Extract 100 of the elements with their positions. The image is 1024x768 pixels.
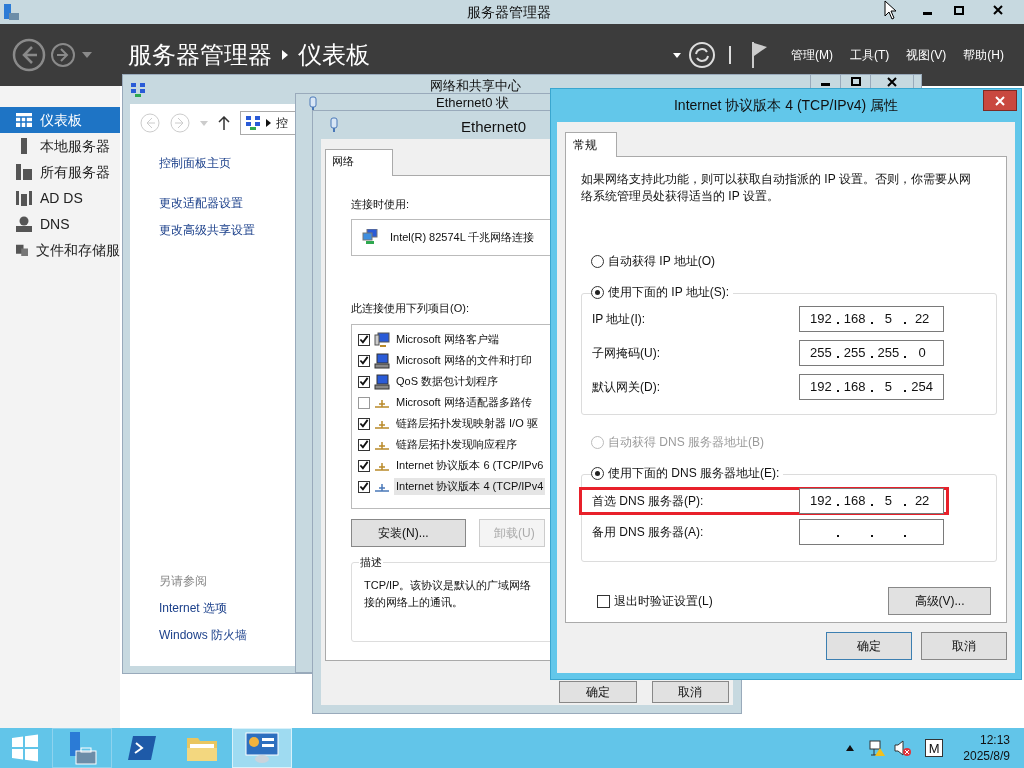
checkbox[interactable]	[597, 594, 610, 608]
network-icon	[245, 115, 261, 131]
nav-link[interactable]: Windows 防火墙	[159, 626, 247, 644]
sidebar-item[interactable]: 仪表板	[0, 107, 120, 133]
list-item[interactable]: QoS 数据包计划程序	[394, 373, 501, 390]
field-label: 此连接使用下列项目(O):	[351, 300, 469, 316]
dialog-button[interactable]: 确定	[826, 632, 912, 660]
menu-item[interactable]: 视图(V)	[906, 46, 947, 64]
breadcrumb-item[interactable]: 服务器管理器	[128, 37, 272, 73]
windows-start-icon[interactable]	[11, 734, 39, 762]
checkbox-label: 退出时验证设置(L)	[614, 593, 713, 610]
list-item[interactable]: Internet 协议版本 4 (TCP/IPv4	[394, 478, 546, 495]
dialog-title: Internet 协议版本 4 (TCP/IPv4) 属性	[673, 96, 899, 115]
window-title: Ethernet0 状	[436, 96, 509, 109]
ip-address-field[interactable]: 255 255 255 0	[799, 340, 944, 366]
clock-date[interactable]: 2025/8/9	[963, 748, 1010, 764]
list-item[interactable]: Microsoft 网络客户端	[394, 331, 501, 348]
taskbar-button[interactable]	[52, 728, 112, 768]
ip-address-field[interactable]: 192 168 5 254	[799, 374, 944, 400]
dropdown-caret-icon[interactable]	[673, 52, 681, 58]
sidebar-item[interactable]: 文件和存储服	[0, 237, 120, 263]
ip-address-field[interactable]	[799, 519, 944, 545]
list-item[interactable]: Microsoft 网络的文件和打印	[394, 352, 534, 369]
up-arrow-icon[interactable]	[218, 116, 230, 130]
show-hidden-icons-icon[interactable]	[846, 745, 855, 751]
input-method-indicator[interactable]: M	[925, 739, 944, 757]
control-panel-icon	[245, 732, 279, 764]
servers-icon	[16, 164, 32, 180]
mouse-pointer-icon	[884, 0, 898, 20]
checkbox[interactable]	[358, 354, 370, 367]
checkbox[interactable]	[358, 375, 370, 388]
tab[interactable]: 网络	[325, 149, 393, 176]
network-warning-icon[interactable]	[868, 739, 887, 757]
protocol-icon	[374, 439, 390, 450]
list-item[interactable]: 链路层拓扑发现映射器 I/O 驱	[394, 415, 540, 432]
description-text: 接的网络上的通讯。	[364, 595, 463, 610]
menu-item[interactable]: 帮助(H)	[963, 46, 1004, 64]
field-label: 连接时使用:	[351, 197, 410, 212]
file-storage-icon	[16, 242, 28, 258]
sidebar-item[interactable]: 本地服务器	[0, 133, 120, 159]
dialog-button[interactable]: 取消	[651, 681, 729, 703]
sidebar-item[interactable]: DNS	[0, 211, 120, 237]
nav-link[interactable]: 更改适配器设置	[159, 194, 243, 212]
computer-icon	[374, 373, 390, 390]
volume-muted-icon[interactable]	[894, 739, 913, 757]
nav-link[interactable]: Internet 选项	[159, 599, 228, 617]
sidebar-item[interactable]: 所有服务器	[0, 159, 120, 185]
checkbox[interactable]	[358, 417, 370, 430]
dialog-button[interactable]: 确定	[559, 681, 637, 703]
checkbox[interactable]	[358, 480, 370, 493]
radio-button[interactable]	[591, 285, 604, 299]
checkbox[interactable]	[358, 438, 370, 451]
radio-label: 自动获得 IP 地址(O)	[608, 253, 716, 270]
checkbox[interactable]	[358, 459, 370, 472]
checkbox[interactable]	[358, 396, 370, 409]
breadcrumb-item[interactable]: 仪表板	[298, 37, 370, 73]
radio-button[interactable]	[591, 466, 604, 480]
window-title: Ethernet0	[461, 117, 527, 137]
field-label: IP 地址(I):	[592, 311, 646, 328]
field-label: 备用 DNS 服务器(A):	[592, 524, 704, 541]
sidebar-item[interactable]: AD DS	[0, 185, 120, 211]
nav-link[interactable]: 更改高级共享设置	[159, 221, 255, 239]
menu-item[interactable]: 工具(T)	[850, 46, 890, 64]
window-title: 网络和共享中心	[430, 79, 521, 92]
list-item[interactable]: Internet 协议版本 6 (TCP/IPv6	[394, 457, 546, 474]
address-bar[interactable]: 控	[240, 111, 296, 135]
grid-icon	[16, 113, 32, 127]
plug-icon	[329, 117, 339, 133]
nav-link[interactable]: 控制面板主页	[159, 154, 231, 172]
intro-text: 如果网络支持此功能，则可以获取自动指派的 IP 设置。否则，你需要从网络系统管理员处获得适当的 IP 设置。	[581, 171, 972, 205]
breadcrumb-separator-icon	[282, 50, 288, 60]
checkbox[interactable]	[358, 333, 370, 346]
close-icon	[887, 76, 897, 87]
refresh-icon[interactable]	[689, 42, 715, 68]
dialog-button[interactable]: 取消	[921, 632, 1007, 660]
clock-time[interactable]: 12:13	[979, 732, 1010, 748]
radio-button[interactable]	[591, 254, 604, 268]
radio-label: 使用下面的 DNS 服务器地址(E):	[608, 465, 780, 482]
field-label: 子网掩码(U):	[592, 345, 660, 362]
list-item[interactable]: 链路层拓扑发现响应程序	[394, 436, 519, 453]
chevron-icon	[266, 119, 271, 127]
menu-item[interactable]: 管理(M)	[791, 46, 833, 64]
action-button[interactable]: 安装(N)...	[351, 519, 466, 547]
ip-address-field[interactable]: 192 168 5 22	[799, 306, 944, 332]
radio-label: 使用下面的 IP 地址(S):	[608, 284, 730, 301]
ip-address-field[interactable]: 192 168 5 22	[799, 488, 944, 514]
advanced-button[interactable]: 高级(V)...	[888, 587, 991, 615]
group-heading: 描述	[359, 554, 383, 571]
flag-icon[interactable]	[751, 42, 767, 68]
terminal-icon	[127, 735, 157, 761]
forward-button-icon[interactable]	[50, 42, 76, 68]
computer-icon	[374, 352, 390, 369]
protocol-icon	[374, 418, 390, 429]
plug-icon	[308, 96, 318, 112]
radio-label: 自动获得 DNS 服务器地址(B)	[608, 434, 764, 451]
list-item[interactable]: Microsoft 网络适配器多路传	[394, 394, 534, 411]
network-icon	[130, 81, 146, 98]
close-button[interactable]	[983, 90, 1017, 111]
back-button-icon[interactable]	[12, 38, 46, 72]
tab[interactable]: 常规	[565, 132, 617, 157]
